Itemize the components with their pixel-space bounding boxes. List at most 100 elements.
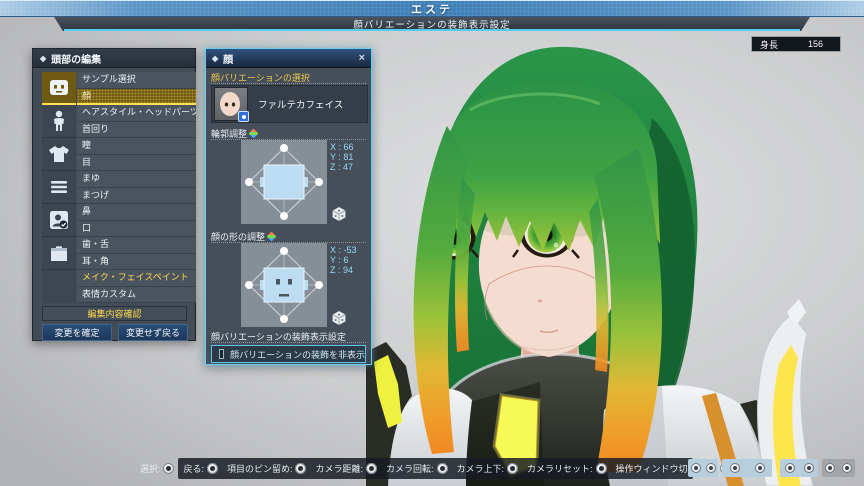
category-body[interactable]	[42, 138, 76, 171]
hint-camera-rotate: カメラ回転:	[386, 462, 448, 475]
shirt-icon	[755, 463, 765, 473]
hide-decoration-option[interactable]: 顔バリエーションの装飾を非表示	[211, 345, 366, 363]
face-thumbnail	[214, 87, 248, 121]
dice-icon	[331, 310, 347, 326]
menu-item-nose[interactable]: 鼻	[77, 204, 196, 221]
contour-x: X : 66	[330, 142, 372, 152]
screen-title: エステ	[411, 1, 453, 17]
shape-section-label: 顔の形の調整	[211, 230, 366, 243]
shirt-icon	[48, 145, 70, 163]
color-diamond-icon	[267, 231, 277, 241]
camera-icon	[730, 463, 740, 473]
screen-title-bar: エステ	[0, 0, 864, 17]
variation-badge-icon	[238, 111, 249, 122]
close-icon[interactable]: ×	[359, 52, 365, 64]
controller-button-icon	[207, 463, 218, 474]
menu-item-eyelashes[interactable]: まつげ	[77, 188, 196, 205]
category-hair[interactable]	[42, 105, 76, 138]
review-edits-button[interactable]: 編集内容確認	[42, 306, 187, 321]
apply-changes-button[interactable]: 変更を確定	[42, 324, 112, 341]
menu-item-neck[interactable]: 首回り	[77, 122, 196, 139]
shape-randomize-button[interactable]	[331, 310, 347, 326]
menu-item-eyebrows[interactable]: まゆ	[77, 171, 196, 188]
screen-subtitle-bar: 顔バリエーションの装飾表示設定	[54, 17, 810, 31]
shape-y: Y : 6	[330, 255, 372, 265]
height-indicator: 身長 156	[751, 36, 841, 52]
link-icon	[804, 463, 814, 473]
category-icon-column	[42, 72, 76, 303]
head-edit-panel: ◆ 頭部の編集	[32, 48, 196, 341]
height-label: 身長	[760, 38, 778, 51]
controller-button-icon	[596, 463, 607, 474]
display-toggle-disabled[interactable]	[822, 459, 855, 477]
face-panel: ◆ 顔 × 顔バリエーションの選択 ファルテカフェイス 輪郭調整	[205, 48, 372, 365]
face-icon	[49, 79, 69, 97]
display-toggle-costume[interactable]	[722, 459, 772, 477]
contour-pad-graphic	[241, 140, 327, 224]
hint-back: 戻る:	[183, 462, 218, 475]
face-panel-title: 顔	[223, 51, 233, 66]
dice-icon	[331, 206, 347, 222]
portrait-check-icon	[49, 210, 69, 230]
height-value: 156	[808, 39, 823, 49]
contour-pad[interactable]	[241, 140, 327, 224]
category-face[interactable]	[42, 72, 76, 105]
shape-pad-graphic	[241, 243, 327, 327]
menu-item-face[interactable]: 顔	[77, 89, 196, 106]
decoration-section-label: 顔バリエーションの装飾表示設定	[211, 330, 366, 343]
color-diamond-icon	[249, 128, 259, 138]
shape-z: Z : 94	[330, 265, 372, 275]
edit-menu-list: サンプル選択 顔 ヘアスタイル・ヘッドパーツ 首回り 瞳 目 まゆ まつげ 鼻 …	[77, 72, 196, 303]
contour-randomize-button[interactable]	[331, 206, 347, 222]
diamond-icon: ◆	[212, 54, 218, 63]
shape-pad[interactable]	[241, 243, 327, 327]
control-hint-bar: 選択: 戻る: 項目のピン留め: カメラ距離: カメラ回転: カメラ上下: カメ…	[178, 458, 693, 479]
rotate-icon	[842, 463, 852, 473]
menu-item-makeup-facepaint[interactable]: メイク・フェイスペイント	[77, 270, 196, 287]
figure-icon	[691, 463, 701, 473]
menu-icon	[50, 180, 68, 194]
face-panel-header: ◆ 顔 ×	[206, 49, 371, 68]
menu-item-mouth[interactable]: 口	[77, 221, 196, 238]
head-edit-panel-header: ◆ 頭部の編集	[33, 49, 195, 68]
hide-decoration-checkbox[interactable]	[219, 349, 224, 359]
camera-icon	[825, 463, 835, 473]
controller-button-icon	[366, 463, 377, 474]
contour-z: Z : 47	[330, 162, 372, 172]
hint-pin-item: 項目のピン留め:	[227, 462, 307, 475]
menu-item-pupils[interactable]: 瞳	[77, 138, 196, 155]
screen-subtitle: 顔バリエーションの装飾表示設定	[353, 17, 510, 31]
hint-camera-reset: カメラリセット:	[527, 462, 607, 475]
controller-button-icon	[295, 463, 306, 474]
menu-item-eyes[interactable]: 目	[77, 155, 196, 172]
shape-values: X : -53 Y : 6 Z : 94	[330, 245, 372, 275]
category-list[interactable]	[42, 171, 76, 204]
hint-select: 選択:	[140, 462, 175, 475]
contour-section-label: 輪郭調整	[211, 127, 366, 140]
camera-icon	[785, 463, 795, 473]
diamond-icon: ◆	[40, 54, 46, 63]
menu-item-teeth-tongue[interactable]: 歯・舌	[77, 237, 196, 254]
menu-item-sample[interactable]: サンプル選択	[77, 72, 196, 89]
menu-item-expression-custom[interactable]: 表情カスタム	[77, 287, 196, 304]
controller-button-icon	[437, 463, 448, 474]
controller-button-icon	[507, 463, 518, 474]
shape-x: X : -53	[330, 245, 372, 255]
category-bag[interactable]	[42, 237, 76, 270]
menu-item-ears-horns[interactable]: 耳・角	[77, 254, 196, 271]
nose	[538, 300, 542, 303]
display-toggle-figure[interactable]	[688, 459, 718, 477]
hint-camera-distance: カメラ距離:	[315, 462, 377, 475]
menu-item-hairstyle[interactable]: ヘアスタイル・ヘッドパーツ	[77, 105, 196, 122]
contour-values: X : 66 Y : 81 Z : 47	[330, 142, 372, 172]
controller-button-icon	[163, 463, 174, 474]
hint-camera-updown: カメラ上下:	[457, 462, 519, 475]
face-variation-item[interactable]: ファルテカフェイス	[211, 85, 368, 123]
display-toggle-accessory[interactable]	[780, 459, 818, 477]
category-portrait[interactable]	[42, 204, 76, 237]
person-icon	[51, 110, 67, 132]
head-edit-panel-title: 頭部の編集	[51, 51, 101, 66]
face-variation-name: ファルテカフェイス	[258, 97, 343, 111]
cancel-changes-button[interactable]: 変更せず戻る	[118, 324, 188, 341]
contour-y: Y : 81	[330, 152, 372, 162]
